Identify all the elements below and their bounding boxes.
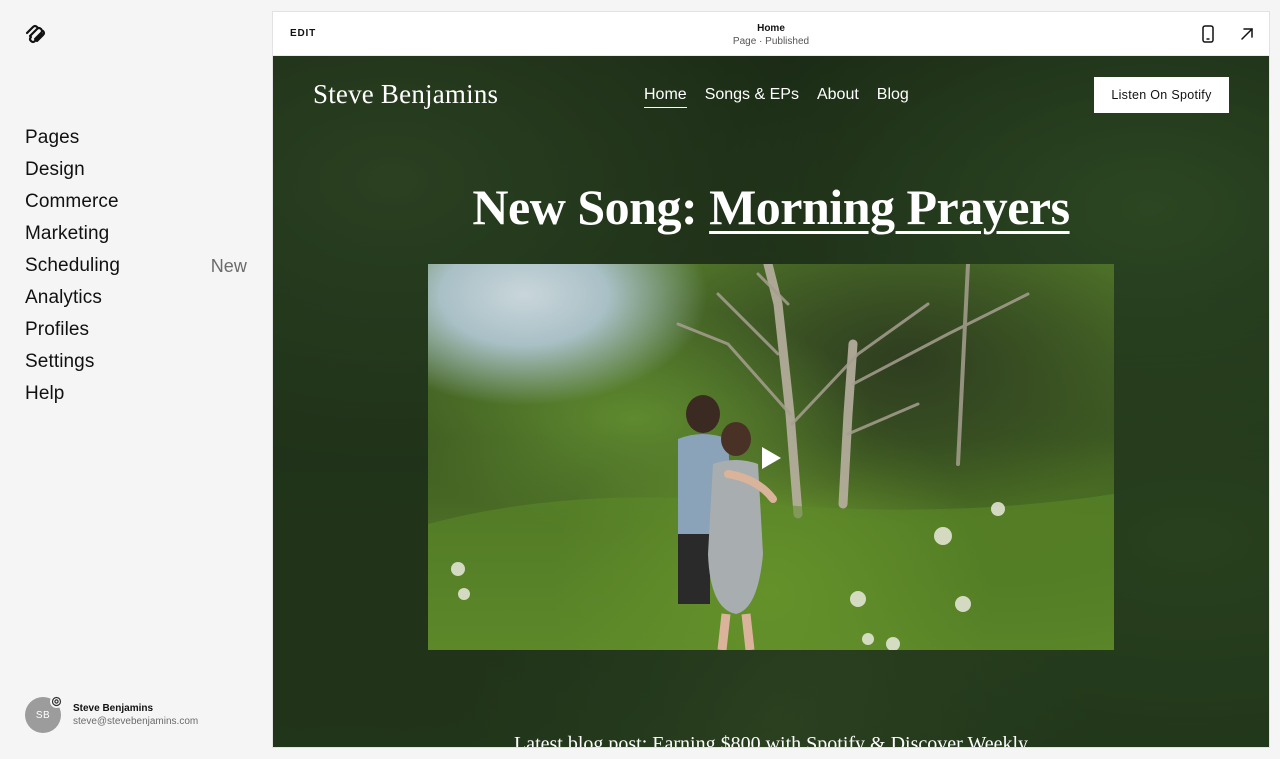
sidebar-item-pages[interactable]: Pages — [25, 122, 247, 154]
site-preview[interactable]: Steve Benjamins Home Songs & EPs About B… — [273, 56, 1269, 747]
sidebar-item-label: Scheduling — [25, 255, 121, 276]
sidebar-item-label: Analytics — [25, 287, 102, 308]
page-title: Home — [757, 23, 785, 34]
site-header: Steve Benjamins Home Songs & EPs About B… — [273, 56, 1269, 136]
user-account[interactable]: SB Steve Benjamins steve@stevebenjamins.… — [25, 695, 198, 733]
editor-frame: EDIT Home Page · Published Steve Benjami… — [273, 12, 1269, 747]
sidebar-item-scheduling[interactable]: Scheduling New — [25, 250, 247, 282]
sidebar: Pages Design Commerce Marketing Scheduli… — [0, 0, 272, 759]
sidebar-item-label: Marketing — [25, 223, 110, 244]
sidebar-item-label: Settings — [25, 351, 95, 372]
site-nav-home[interactable]: Home — [644, 86, 687, 108]
latest-blog-post-link[interactable]: Latest blog post: Earning $800 with Spot… — [273, 733, 1269, 747]
user-info: Steve Benjamins steve@stevebenjamins.com — [73, 702, 198, 728]
sidebar-item-profiles[interactable]: Profiles — [25, 314, 247, 346]
sidebar-item-marketing[interactable]: Marketing — [25, 218, 247, 250]
avatar[interactable]: SB — [25, 695, 63, 733]
editor-toolbar: EDIT Home Page · Published — [273, 12, 1269, 56]
sidebar-item-help[interactable]: Help — [25, 378, 247, 410]
site-nav-songs[interactable]: Songs & EPs — [705, 86, 799, 108]
video-player[interactable] — [428, 264, 1114, 650]
notification-icon — [50, 695, 63, 708]
headline-prefix: New Song: — [472, 179, 710, 235]
site-nav: Home Songs & EPs About Blog — [644, 86, 909, 108]
sidebar-item-label: Profiles — [25, 319, 90, 340]
page-info: Home Page · Published — [273, 22, 1269, 48]
avatar-initials: SB — [35, 709, 51, 721]
site-nav-blog[interactable]: Blog — [877, 86, 909, 108]
sidebar-item-label: Help — [25, 383, 65, 404]
sidebar-item-label: Design — [25, 159, 85, 180]
hero-headline: New Song: Morning Prayers — [273, 178, 1269, 236]
user-name: Steve Benjamins — [73, 703, 154, 714]
page-status: Page · Published — [732, 36, 810, 47]
new-badge: New — [210, 255, 247, 276]
listen-on-spotify-button[interactable]: Listen On Spotify — [1094, 77, 1229, 113]
sidebar-item-commerce[interactable]: Commerce — [25, 186, 247, 218]
squarespace-logo-icon[interactable] — [24, 24, 48, 46]
site-nav-about[interactable]: About — [817, 86, 859, 108]
user-email: steve@stevebenjamins.com — [73, 716, 199, 727]
headline-song-link[interactable]: Morning Prayers — [709, 179, 1070, 235]
sidebar-item-label: Pages — [25, 127, 80, 148]
sidebar-item-settings[interactable]: Settings — [25, 346, 247, 378]
sidebar-item-design[interactable]: Design — [25, 154, 247, 186]
site-logo[interactable]: Steve Benjamins — [313, 79, 498, 110]
sidebar-nav: Pages Design Commerce Marketing Scheduli… — [25, 122, 247, 410]
mobile-preview-icon[interactable] — [1198, 24, 1218, 44]
open-external-icon[interactable] — [1237, 24, 1257, 44]
sidebar-item-analytics[interactable]: Analytics — [25, 282, 247, 314]
sidebar-item-label: Commerce — [25, 191, 119, 212]
play-icon[interactable] — [760, 446, 782, 470]
